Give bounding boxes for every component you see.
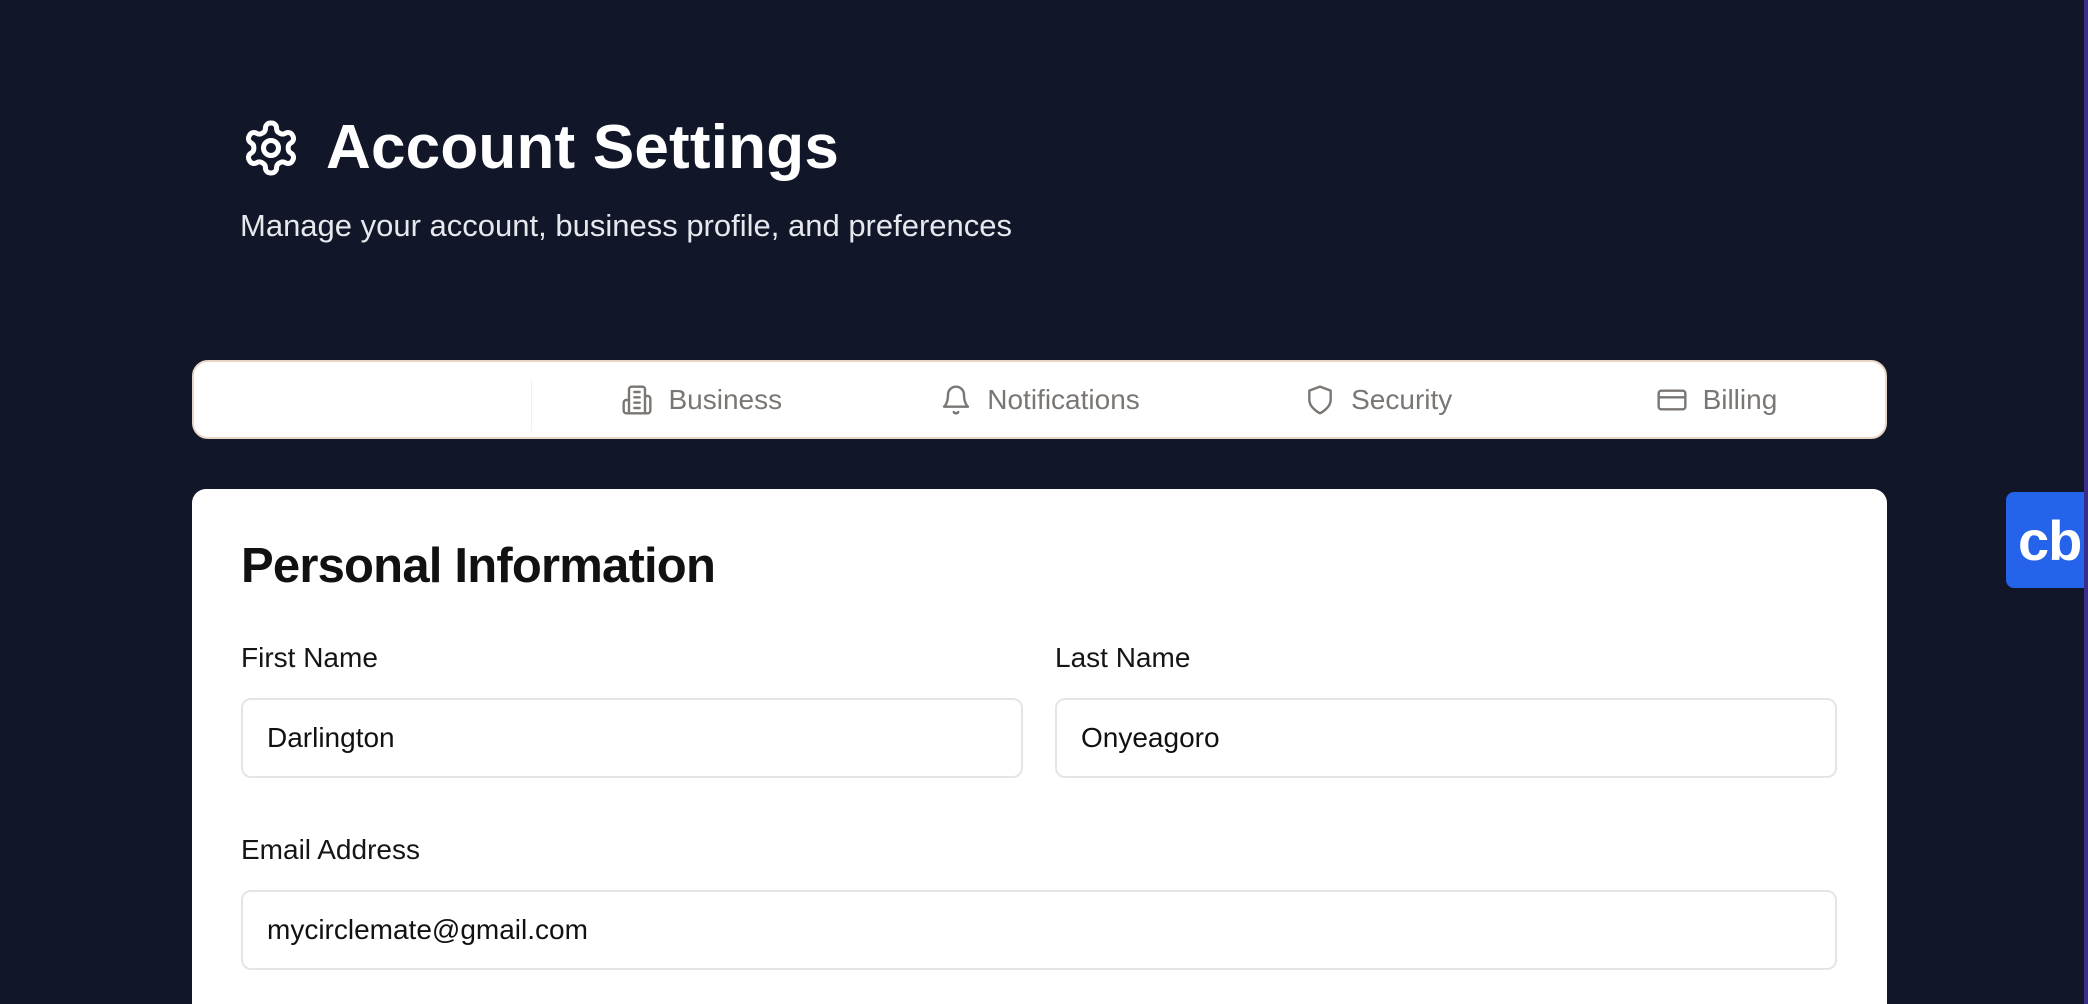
account-settings-page: Account Settings Manage your account, bu… <box>0 0 2088 1004</box>
section-title: Personal Information <box>241 539 716 593</box>
page-subtitle: Manage your account, business profile, a… <box>240 208 1013 243</box>
tab-label: Billing <box>1702 383 1778 415</box>
email-label: Email Address <box>241 834 420 865</box>
tab-billing[interactable]: Billing <box>1547 362 1885 437</box>
tab-label: Business <box>668 383 783 415</box>
tab-security[interactable]: Security <box>1209 362 1547 437</box>
tab-label: Security <box>1351 383 1453 415</box>
title-row: Account Settings <box>240 112 1012 184</box>
settings-tabs: Business Notifications Security Billing <box>192 360 1887 439</box>
page-header: Account Settings Manage your account, bu… <box>240 112 1012 246</box>
gear-icon <box>240 117 302 179</box>
credit-card-icon <box>1655 383 1689 417</box>
shield-icon <box>1303 383 1337 417</box>
window-edge-divider <box>2084 0 2088 1004</box>
first-name-label: First Name <box>241 642 378 673</box>
tab-notifications[interactable]: Notifications <box>870 362 1208 437</box>
cb-widget-button[interactable]: cb <box>2006 492 2088 588</box>
building-icon <box>620 383 654 417</box>
last-name-field[interactable] <box>1055 698 1837 778</box>
page-title: Account Settings <box>326 113 840 182</box>
bell-icon <box>939 383 973 417</box>
tab-label: Notifications <box>987 383 1140 415</box>
first-name-field[interactable] <box>241 698 1023 778</box>
tab-personal[interactable] <box>194 362 533 437</box>
tab-business[interactable]: Business <box>532 362 870 437</box>
email-field[interactable] <box>241 890 1837 970</box>
last-name-label: Last Name <box>1055 642 1191 673</box>
personal-information-card: Personal Information First Name Last Nam… <box>192 489 1887 1004</box>
